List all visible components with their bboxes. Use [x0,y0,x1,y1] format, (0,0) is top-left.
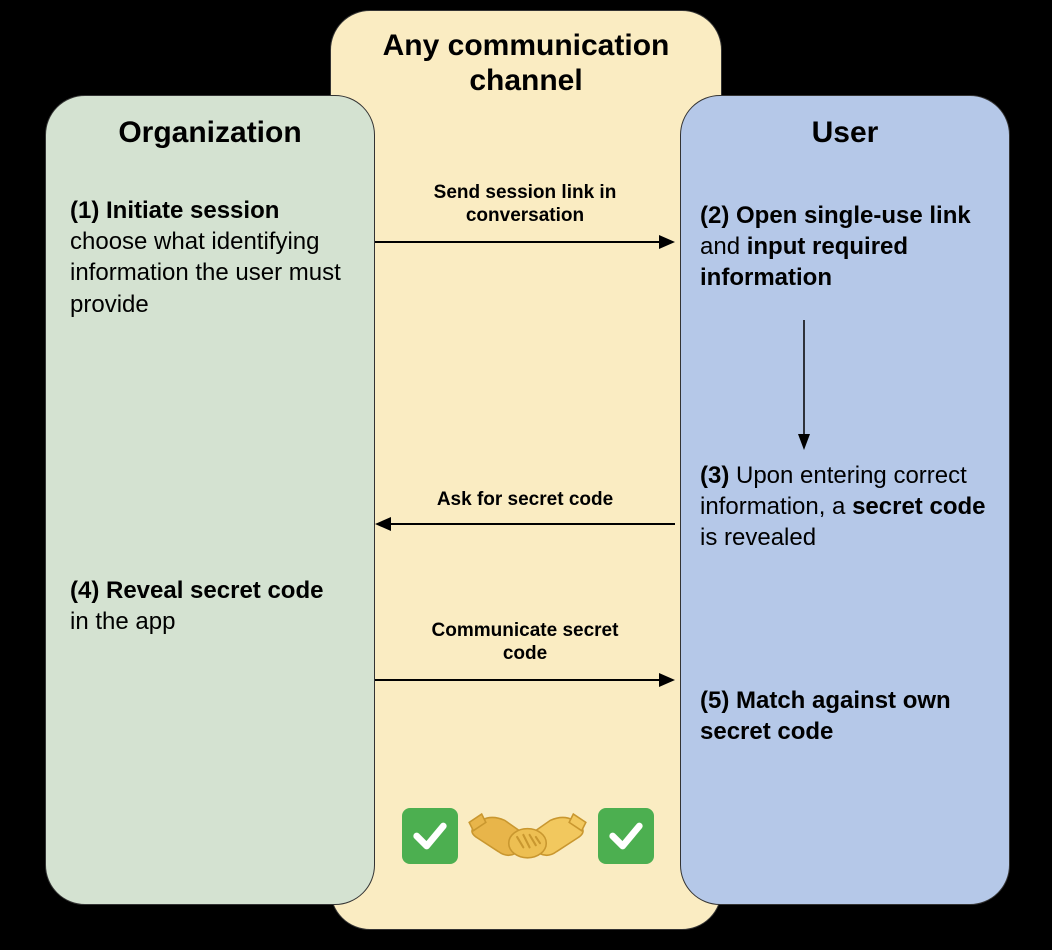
step-3-text2: is revealed [700,524,816,551]
step-2-mid: and [700,233,747,260]
arrow-left-icon [375,512,675,542]
arrow-1-label: Send session link in conversation [400,182,650,228]
step-3-num: (3) [700,462,736,489]
step-1-text: choose what identifying information the … [70,228,341,317]
step-2: (2) Open single-use link and input requi… [700,200,990,294]
step-4-bold: (4) Reveal secret code [70,577,323,604]
arrow-right-icon [375,230,675,260]
step-1-bold: (1) Initiate session [70,197,279,224]
user-title: User [681,116,1009,150]
organization-title: Organization [46,116,374,150]
step-5-bold: (5) Match against own secret code [700,687,951,745]
checkmark-icon [402,808,458,864]
arrow-3-label: Communicate secret code [415,620,635,666]
step-3: (3) Upon entering correct information, a… [700,460,990,554]
step-4: (4) Reveal secret code in the app [70,575,330,637]
checkmark-icon [598,808,654,864]
handshake-icon [465,788,590,888]
arrow-2-label: Ask for secret code [415,489,635,512]
arrow-down-icon [792,320,822,450]
step-4-text: in the app [70,608,175,635]
middle-title: Any communication channel [331,29,721,98]
step-1: (1) Initiate session choose what identif… [70,195,350,320]
step-5: (5) Match against own secret code [700,685,990,747]
step-3-bold: secret code [852,493,985,520]
arrow-right-icon [375,668,675,698]
step-2-bold1: (2) Open single-use link [700,202,971,229]
